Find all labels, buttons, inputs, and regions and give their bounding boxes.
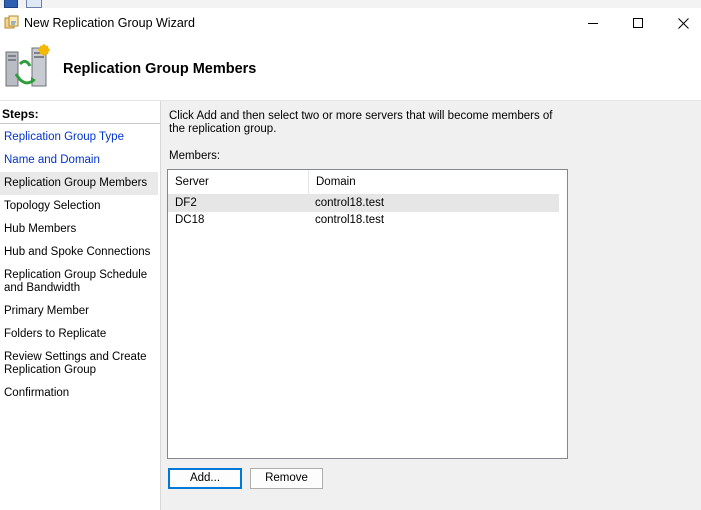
step-confirmation: Confirmation [4,387,70,399]
server-cell: DF2 [175,197,197,209]
instruction-text: Click Add and then select two or more se… [169,110,553,135]
column-header-server[interactable]: Server [168,170,309,194]
wizard-content: Click Add and then select two or more se… [161,101,701,510]
step-review-settings: Review Settings and Create Replication G… [4,351,147,376]
steps-heading: Steps: [2,107,39,121]
members-label: Members: [169,150,221,162]
table-row[interactable]: DF2 control18.test [168,195,559,212]
console-icon [26,0,42,8]
step-topology-selection: Topology Selection [4,200,101,212]
members-list[interactable]: Server Domain DF2 control18.test DC18 co… [167,169,568,459]
background-window-strip [0,0,701,8]
page-title: Replication Group Members [63,61,257,77]
step-hub-and-spoke-connections: Hub and Spoke Connections [4,246,151,258]
step-schedule-and-bandwidth: Replication Group Schedule and Bandwidth [4,269,148,294]
help-icon [4,0,18,8]
wizard-header: Replication Group Members [0,38,701,101]
replication-servers-icon [5,44,50,87]
remove-button[interactable]: Remove [250,468,323,489]
members-list-header: Server Domain [168,170,559,195]
close-button[interactable] [660,8,701,38]
step-primary-member: Primary Member [4,305,89,317]
close-icon [677,17,689,29]
minimize-button[interactable] [570,8,616,38]
table-row[interactable]: DC18 control18.test [168,212,559,229]
step-name-and-domain[interactable]: Name and Domain [0,154,158,167]
add-button[interactable]: Add... [168,468,242,489]
steps-sidebar: Steps: Replication Group Type Name and D… [0,101,161,510]
column-header-domain[interactable]: Domain [309,170,559,194]
domain-cell: control18.test [315,214,385,226]
step-replication-group-type[interactable]: Replication Group Type [0,131,158,144]
title-bar: New Replication Group Wizard [0,8,701,38]
server-cell: DC18 [175,214,205,226]
window-title: New Replication Group Wizard [24,16,195,30]
minimize-icon [587,22,598,24]
maximize-button[interactable] [615,8,661,38]
step-hub-members: Hub Members [4,223,77,235]
maximize-icon [632,17,643,28]
steps-divider [0,123,160,124]
step-replication-group-members: Replication Group Members [0,172,158,195]
step-folders-to-replicate: Folders to Replicate [4,328,107,340]
domain-cell: control18.test [315,197,385,209]
wizard-icon [4,15,19,29]
